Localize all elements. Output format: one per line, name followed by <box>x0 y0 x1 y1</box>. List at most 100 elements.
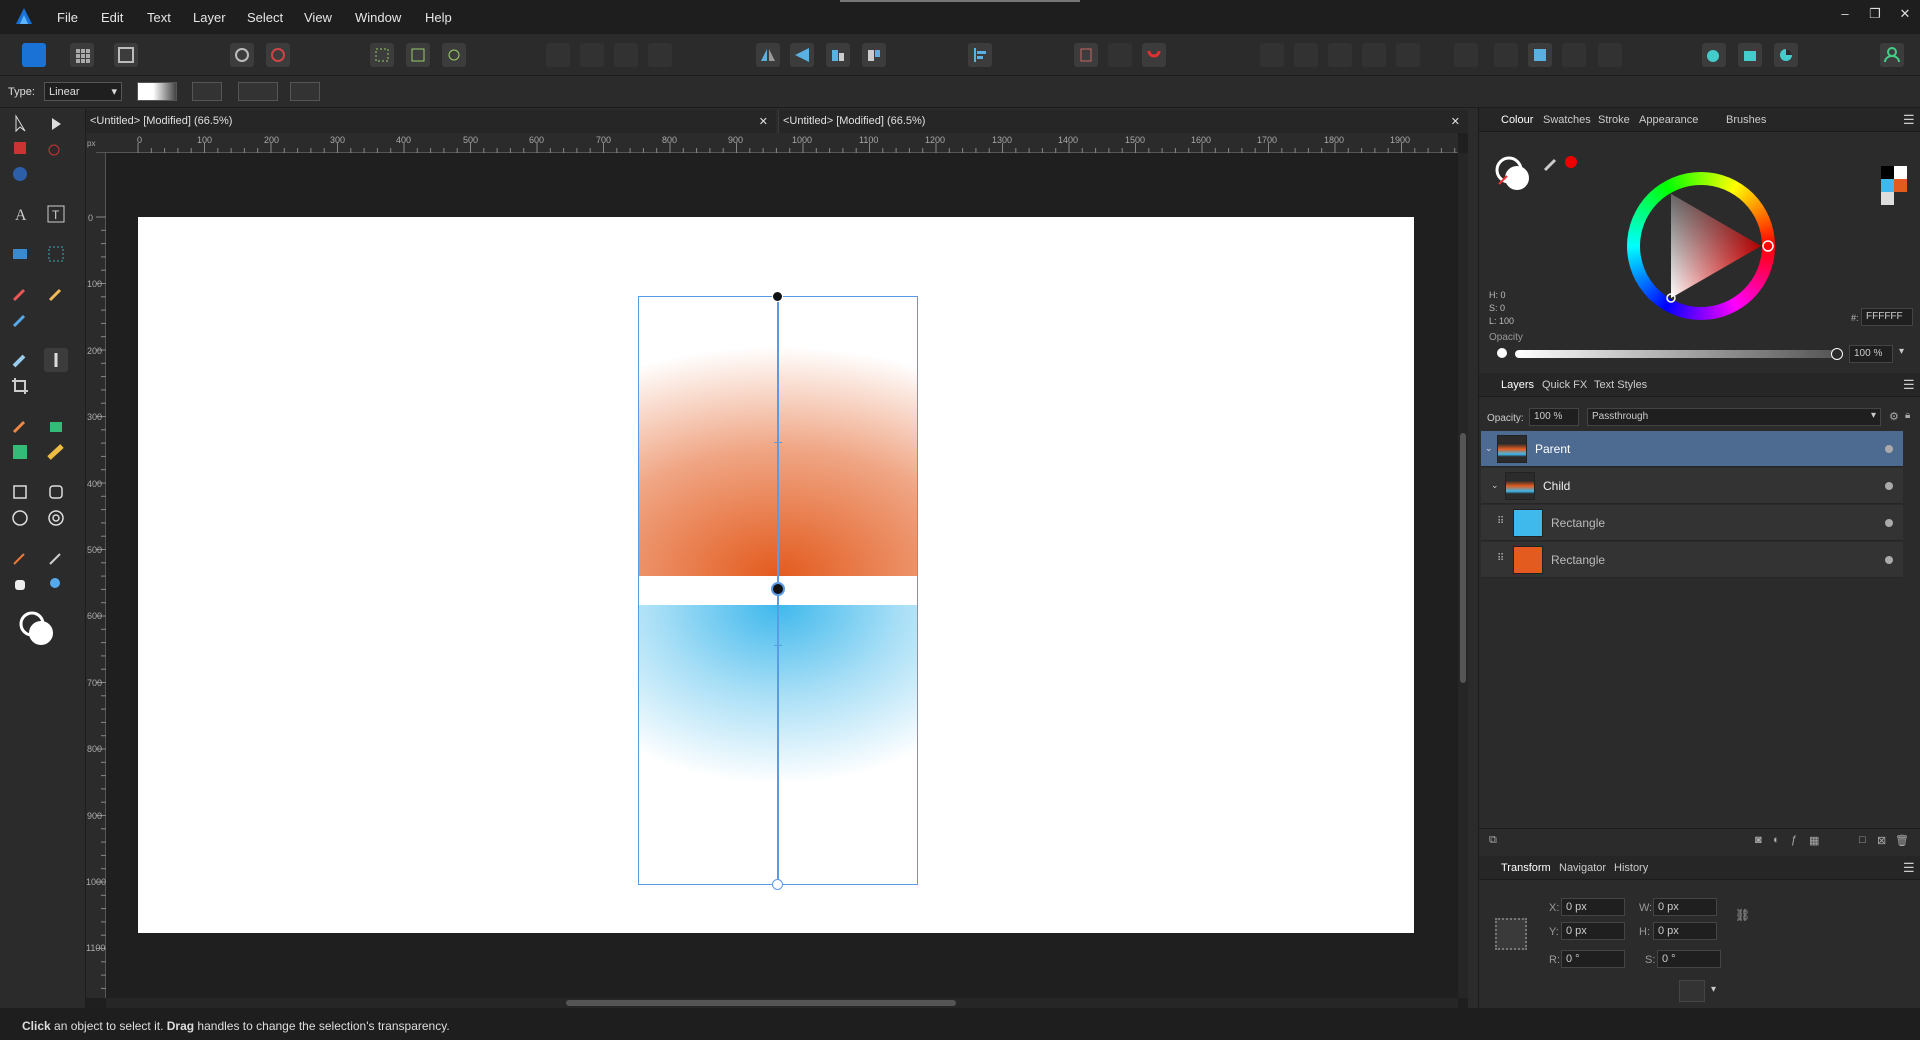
vector-brush-icon[interactable] <box>8 308 32 332</box>
tab-swatches[interactable]: Swatches <box>1543 114 1591 126</box>
expand-chevron-down-icon[interactable]: ⌄ <box>1485 443 1493 454</box>
rotate-left-icon[interactable] <box>826 43 850 67</box>
layer-row-rectangle-orange[interactable]: ⠿ Rectangle <box>1481 542 1903 578</box>
node-tool-arrow-icon[interactable] <box>44 112 68 136</box>
tab-history[interactable]: History <box>1614 862 1648 874</box>
y-input[interactable]: 0 px <box>1561 922 1625 940</box>
colour-picker-eyedropper-icon[interactable] <box>1541 152 1581 176</box>
menu-text[interactable]: Text <box>147 10 171 25</box>
layer-visibility-icon[interactable] <box>1885 556 1893 564</box>
layer-visibility-icon[interactable] <box>1885 519 1893 527</box>
vector-crop-icon[interactable] <box>8 162 32 186</box>
menu-file[interactable]: File <box>57 10 78 25</box>
insert-inside-icon[interactable] <box>1328 43 1352 67</box>
drag-handle-icon[interactable]: ⠿ <box>1497 516 1504 527</box>
rounded-rectangle-icon[interactable] <box>44 480 68 504</box>
menu-window[interactable]: Window <box>355 10 401 25</box>
layer-visibility-icon[interactable] <box>1885 445 1893 453</box>
move-tool-arrow-icon[interactable] <box>8 112 32 136</box>
s-input[interactable]: 0 ° <box>1657 950 1721 968</box>
aspect-lock-chain-icon[interactable]: ⛓︎ <box>1735 908 1750 922</box>
crop-tool-icon[interactable] <box>8 374 32 398</box>
tab-transform[interactable]: Transform <box>1501 862 1551 874</box>
r-input[interactable]: 0 ° <box>1561 950 1625 968</box>
rotate-gradient-icon[interactable] <box>238 82 278 101</box>
shape-pie-icon[interactable] <box>1774 43 1798 67</box>
ellipse-tool-icon[interactable] <box>8 506 32 530</box>
reverse-gradient-icon[interactable] <box>192 82 222 101</box>
flip-horizontal-icon[interactable] <box>756 43 780 67</box>
boolean-add-icon[interactable] <box>546 43 570 67</box>
blend-mode-select[interactable]: Passthrough ▾ <box>1587 408 1881 426</box>
gradient-end-handle[interactable] <box>772 879 783 890</box>
artistic-text-icon[interactable]: A <box>8 202 32 226</box>
transform-origin-icon[interactable] <box>1679 980 1705 1002</box>
document-setup-icon[interactable] <box>230 43 254 67</box>
snap-candidate-icon[interactable] <box>442 43 466 67</box>
align-icon[interactable] <box>968 43 992 67</box>
gradient-tool-icon[interactable] <box>8 136 32 160</box>
opacity-slider-handle[interactable] <box>1831 348 1843 360</box>
tab-text-styles[interactable]: Text Styles <box>1594 379 1647 391</box>
insert-behind-icon[interactable] <box>1260 43 1284 67</box>
delete-layer-icon[interactable]: 🗑︎ <box>1895 834 1909 847</box>
horizontal-scrollbar[interactable] <box>106 998 1458 1008</box>
layer-row-child[interactable]: ⌄ Child <box>1481 468 1903 504</box>
flip-vertical-icon[interactable] <box>790 43 814 67</box>
view-split-icon[interactable] <box>1598 43 1622 67</box>
insert-front-icon[interactable] <box>1294 43 1318 67</box>
layer-options-icon[interactable]: ⧉ <box>1489 834 1497 847</box>
pixel-persona-icon[interactable] <box>70 43 94 67</box>
layer-row-rectangle-blue[interactable]: ⠿ Rectangle <box>1481 505 1903 541</box>
transform-origin-chevron-down-icon[interactable]: ▾ <box>1711 984 1716 995</box>
boolean-xor-icon[interactable] <box>648 43 672 67</box>
boolean-intersect-icon[interactable] <box>614 43 638 67</box>
preferences-gear-icon[interactable] <box>266 43 290 67</box>
tab-document-1[interactable]: <Untitled> [Modified] (66.5%) ✕ <box>86 110 776 133</box>
colour-triangle[interactable] <box>1627 172 1775 320</box>
group-icon[interactable] <box>1108 43 1132 67</box>
layer-settings-gear-icon[interactable]: ⚙ <box>1889 410 1899 423</box>
anchor-point-selector[interactable] <box>1495 918 1527 950</box>
layer-opacity-input[interactable]: 100 % <box>1529 408 1579 426</box>
menu-select[interactable]: Select <box>247 10 283 25</box>
move-forward-icon[interactable] <box>1396 43 1420 67</box>
opacity-slider-track[interactable] <box>1515 350 1835 358</box>
eyedropper-alt-icon[interactable] <box>44 546 68 570</box>
designer-persona-icon[interactable] <box>22 43 46 67</box>
opacity-input[interactable]: 100 % <box>1849 345 1893 363</box>
x-input[interactable]: 0 px <box>1561 898 1625 916</box>
pen-tool-icon[interactable] <box>8 282 32 306</box>
rotate-right-icon[interactable] <box>862 43 886 67</box>
tab-brushes[interactable]: Brushes <box>1726 114 1766 126</box>
rectangle-tool-icon[interactable] <box>8 480 32 504</box>
layer-visibility-icon[interactable] <box>1885 482 1893 490</box>
gradient-start-handle[interactable] <box>772 291 783 302</box>
gradient-type-select[interactable]: Linear ▾ <box>44 82 122 101</box>
snap-mid-icon[interactable] <box>406 43 430 67</box>
clip-icon[interactable] <box>1494 43 1518 67</box>
horizontal-scroll-thumb[interactable] <box>566 1000 956 1006</box>
tab-layers[interactable]: Layers <box>1501 379 1534 391</box>
transparency-tool-icon[interactable] <box>44 136 68 160</box>
w-input[interactable]: 0 px <box>1653 898 1717 916</box>
drag-handle-icon[interactable]: ⠿ <box>1497 553 1504 564</box>
eyedropper-icon[interactable] <box>8 546 32 570</box>
artboard-page[interactable] <box>138 217 1414 933</box>
menu-edit[interactable]: Edit <box>101 10 123 25</box>
add-layer-icon[interactable]: □ <box>1859 834 1866 846</box>
shape-combine-icon[interactable] <box>1702 43 1726 67</box>
arrange-icon[interactable] <box>1074 43 1098 67</box>
zoom-tool-icon[interactable] <box>44 572 68 596</box>
menu-help[interactable]: Help <box>425 10 452 25</box>
snapping-magnet-icon[interactable] <box>1142 43 1166 67</box>
tab-quick-fx[interactable]: Quick FX <box>1542 379 1587 391</box>
opacity-chevron-down-icon[interactable]: ▾ <box>1899 346 1904 357</box>
group-layers-icon[interactable]: ⊠ <box>1877 834 1886 847</box>
tab-close-icon[interactable]: ✕ <box>759 115 768 128</box>
fill-bucket-icon[interactable] <box>44 414 68 438</box>
frame-text-icon[interactable]: T <box>44 202 68 226</box>
place-image-icon[interactable] <box>8 242 32 266</box>
boolean-subtract-icon[interactable] <box>580 43 604 67</box>
measure-ruler-icon[interactable] <box>44 440 68 464</box>
